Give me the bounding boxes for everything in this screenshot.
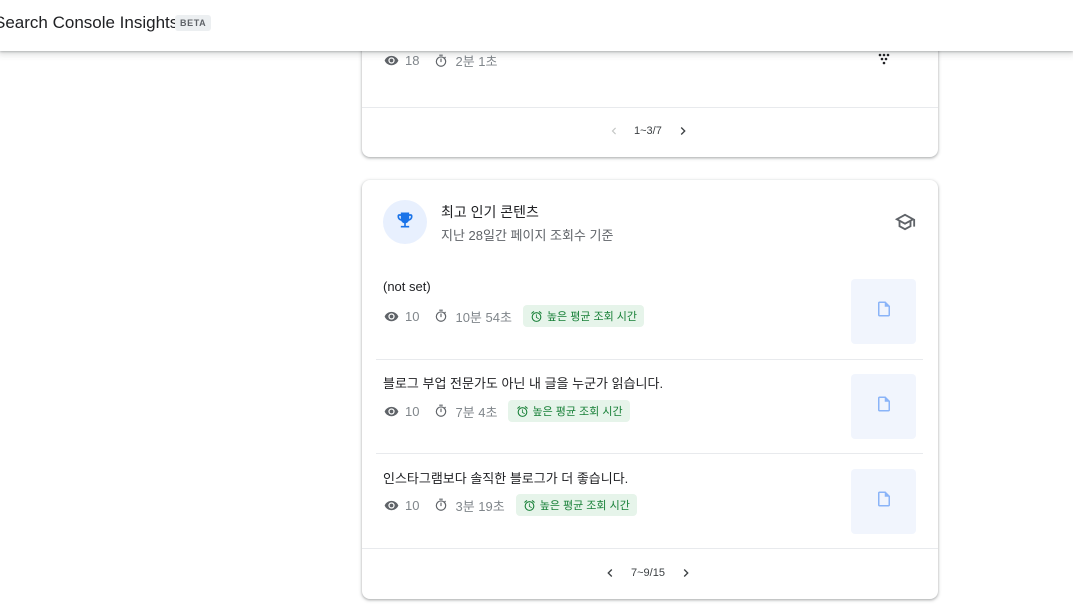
eye-icon: [383, 403, 399, 419]
duration: 3분 19초: [455, 498, 505, 514]
eye-icon: [383, 497, 399, 513]
dots-icon[interactable]: [878, 53, 890, 72]
item-stats: 10 3분 19초 높은 평균 조회 시간: [383, 494, 637, 516]
document-icon: [875, 395, 893, 418]
eye-icon: [383, 308, 399, 324]
chip-label: 높은 평균 조회 시간: [532, 406, 623, 418]
views-count: 10: [405, 497, 420, 513]
page-range: 7~9/15: [631, 567, 665, 579]
item-stats: 10 10분 54초 높은 평균 조회 시간: [383, 305, 645, 327]
views-count: 10: [405, 308, 420, 324]
pagination: 1~3/7: [606, 123, 691, 139]
eye-icon: [383, 53, 399, 69]
status-badge: 높은 평균 조회 시간: [522, 305, 645, 327]
status-badge: 높은 평균 조회 시간: [508, 400, 630, 422]
status-badge: 높은 평균 조회 시간: [515, 494, 637, 516]
chip-label: 높은 평균 조회 시간: [546, 311, 638, 323]
page-range: 1~3/7: [634, 125, 662, 137]
duration: 2분 1초: [455, 54, 498, 69]
app-header: Search Console Insights BETA: [0, 0, 1073, 51]
chip-label: 높은 평균 조회 시간: [539, 500, 630, 512]
chevron-right-icon[interactable]: [678, 565, 694, 581]
top-content-card: 최고 인기 콘텐츠 지난 28일간 페이지 조회수 기준 (not set) 1…: [362, 180, 938, 599]
alarm-icon: [523, 498, 537, 512]
divider: [362, 548, 938, 549]
views-count: 10: [405, 403, 420, 419]
content-thumbnail[interactable]: [851, 279, 916, 344]
app-title[interactable]: Search Console Insights: [0, 13, 178, 33]
item-stats: 10 7분 4초 높은 평균 조회 시간: [383, 400, 630, 422]
document-icon: [875, 300, 893, 323]
alarm-icon: [515, 404, 529, 418]
document-icon: [875, 490, 893, 513]
content-thumbnail[interactable]: [851, 469, 916, 534]
divider: [362, 107, 938, 108]
timer-icon: [433, 53, 449, 69]
content-thumbnail[interactable]: [851, 374, 916, 439]
school-icon[interactable]: [894, 211, 918, 233]
content-item-title[interactable]: 인스타그램보다 솔직한 블로그가 더 좋습니다.: [383, 468, 628, 487]
chevron-left-icon[interactable]: [602, 565, 618, 581]
alarm-icon: [530, 309, 544, 323]
beta-badge: BETA: [175, 15, 212, 31]
item-stats: 18 2분 1초: [383, 51, 497, 70]
card-subtitle: 지난 28일간 페이지 조회수 기준: [441, 228, 614, 243]
duration: 10분 54초: [455, 309, 512, 325]
duration: 7분 4초: [455, 404, 498, 420]
divider: [376, 359, 923, 360]
views-count: 18: [405, 53, 420, 68]
timer-icon: [433, 308, 449, 324]
timer-icon: [433, 497, 449, 513]
divider: [376, 453, 923, 454]
chevron-right-icon[interactable]: [675, 123, 691, 139]
pagination: 7~9/15: [602, 565, 694, 581]
trophy-icon: [395, 210, 415, 235]
content-item-title[interactable]: 블로그 부업 전문가도 아닌 내 글을 누군가 읽습니다.: [383, 373, 663, 392]
trophy-badge: [383, 200, 427, 244]
content-item-title[interactable]: (not set): [383, 279, 431, 294]
chevron-left-icon[interactable]: [606, 123, 622, 139]
timer-icon: [433, 403, 449, 419]
card-title: 최고 인기 콘텐츠: [441, 204, 539, 220]
